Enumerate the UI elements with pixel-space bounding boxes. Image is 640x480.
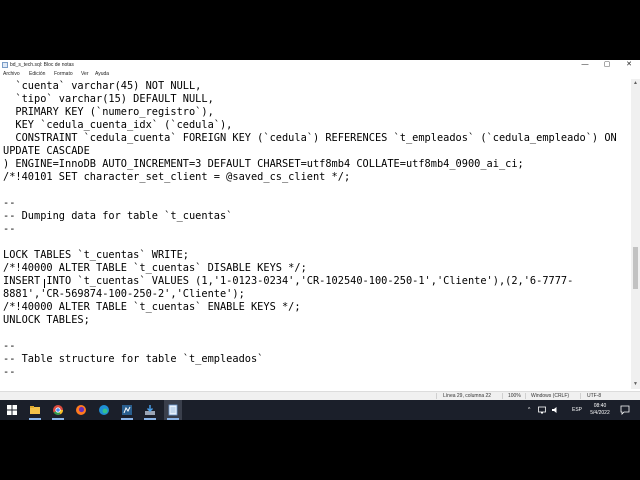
- scroll-up-icon[interactable]: ▲: [631, 79, 640, 88]
- tray-overflow-chevron[interactable]: ^: [528, 400, 530, 420]
- menu-ayuda[interactable]: Ayuda: [95, 70, 109, 79]
- status-bar: Línea 29, columna 22 100% Windows (CRLF)…: [0, 391, 640, 400]
- maximize-button[interactable]: ▢: [596, 60, 618, 70]
- status-divider: [525, 393, 526, 399]
- editor-line: KEY `cedula_cuenta_idx` (`cedula`),: [3, 119, 233, 131]
- editor-line: /*!40000 ALTER TABLE `t_cuentas` DISABLE…: [3, 262, 307, 274]
- notepad-icon: [2, 62, 8, 68]
- running-indicator: [121, 418, 133, 420]
- zoom-level: 100%: [508, 393, 521, 399]
- minimize-button[interactable]: —: [574, 60, 596, 70]
- editor-line: 8881','CR-569874-100-250-2','Cliente');: [3, 288, 245, 300]
- status-divider: [580, 393, 581, 399]
- clock-date: 5/4/2022: [590, 410, 610, 416]
- status-divider: [502, 393, 503, 399]
- chrome-icon[interactable]: [51, 403, 65, 417]
- editor-line: --: [3, 197, 16, 209]
- close-button[interactable]: ✕: [618, 60, 640, 70]
- running-indicator: [29, 418, 41, 420]
- text-cursor: [44, 279, 45, 288]
- status-divider: [436, 393, 437, 399]
- file-explorer-icon[interactable]: [28, 403, 42, 417]
- edge-icon[interactable]: [97, 403, 111, 417]
- editor-line: -- Table structure for table `t_empleado…: [3, 353, 264, 365]
- title-bar: bd_s_tech.sql: Bloc de notas — ▢ ✕: [0, 60, 640, 70]
- running-indicator: [52, 418, 64, 420]
- running-indicator: [167, 418, 179, 420]
- menu-formato[interactable]: Formato: [54, 70, 73, 79]
- text-editor[interactable]: `cuenta` varchar(45) NOT NULL, `tipo` va…: [0, 79, 631, 389]
- editor-line: `tipo` varchar(15) DEFAULT NULL,: [3, 93, 214, 105]
- windows-start-icon[interactable]: [5, 403, 19, 417]
- notification-icon[interactable]: [620, 405, 630, 415]
- installer-icon[interactable]: [143, 403, 157, 417]
- notepad-icon[interactable]: [166, 403, 180, 417]
- window-title: bd_s_tech.sql: Bloc de notas: [10, 62, 74, 68]
- editor-line: /*!40101 SET character_set_client = @sav…: [3, 171, 351, 183]
- menu-archivo[interactable]: Archivo: [3, 70, 20, 79]
- editor-line: LOCK TABLES `t_cuentas` WRITE;: [3, 249, 189, 261]
- menu-ver[interactable]: Ver: [81, 70, 89, 79]
- cursor-position: Línea 29, columna 22: [443, 393, 492, 399]
- vertical-scroll-thumb[interactable]: [633, 247, 638, 289]
- volume-icon[interactable]: [551, 406, 559, 414]
- clock-time: 08:40: [593, 403, 607, 409]
- vertical-scrollbar[interactable]: ▲ ▼: [631, 79, 640, 389]
- editor-line: CONSTRAINT `cedula_cuenta` FOREIGN KEY (…: [3, 132, 617, 144]
- editor-line: UNLOCK TABLES;: [3, 314, 90, 326]
- network-icon[interactable]: [538, 406, 546, 414]
- editor-line: --: [3, 223, 16, 235]
- editor-line: --: [3, 366, 16, 378]
- running-indicator: [144, 418, 156, 420]
- line-ending: Windows (CRLF): [531, 393, 570, 399]
- editor-line: ) ENGINE=InnoDB AUTO_INCREMENT=3 DEFAULT…: [3, 158, 524, 170]
- editor-line: INSERT INTO `t_cuentas` VALUES (1,'1-012…: [3, 275, 574, 287]
- scroll-down-icon[interactable]: ▼: [631, 380, 640, 389]
- editor-line: /*!40000 ALTER TABLE `t_cuentas` ENABLE …: [3, 301, 301, 313]
- mysql-workbench-icon[interactable]: [120, 403, 134, 417]
- editor-line: -- Dumping data for table `t_cuentas`: [3, 210, 233, 222]
- menu-bar: Archivo Edición Formato Ver Ayuda: [0, 70, 640, 79]
- screen: bd_s_tech.sql: Bloc de notas — ▢ ✕ Archi…: [0, 60, 640, 420]
- editor-line: `cuenta` varchar(45) NOT NULL,: [3, 80, 202, 92]
- taskbar: ^ ESP 08:40 5/4/2022: [0, 400, 640, 420]
- system-clock[interactable]: 08:40 5/4/2022: [588, 403, 612, 417]
- firefox-icon[interactable]: [74, 403, 88, 417]
- encoding: UTF-8: [587, 393, 602, 399]
- editor-line: PRIMARY KEY (`numero_registro`),: [3, 106, 214, 118]
- editor-line: --: [3, 340, 16, 352]
- menu-edicion[interactable]: Edición: [29, 70, 45, 79]
- editor-line: UPDATE CASCADE: [3, 145, 90, 157]
- language-indicator[interactable]: ESP: [572, 400, 582, 420]
